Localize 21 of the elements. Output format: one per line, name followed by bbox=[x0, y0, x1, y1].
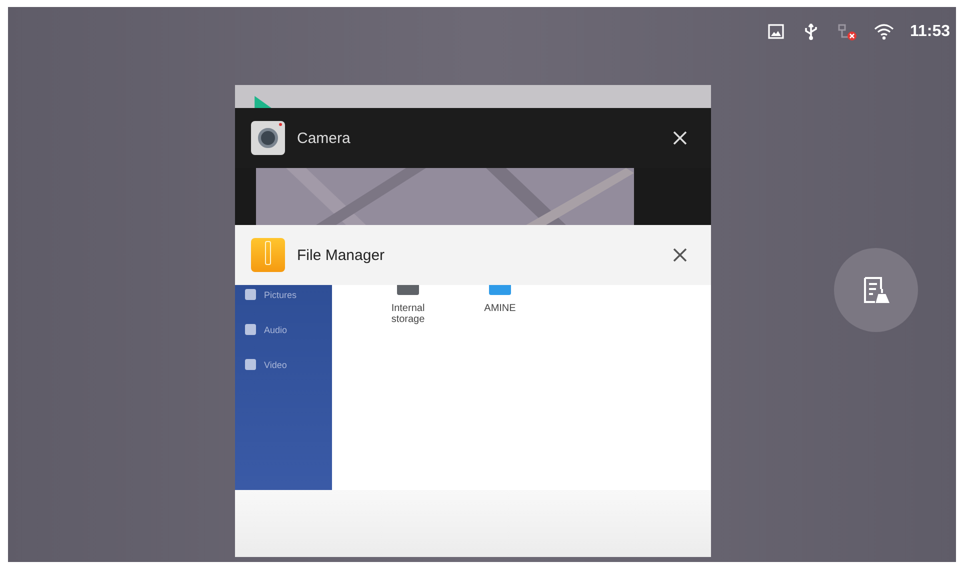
folder-app-icon bbox=[251, 238, 285, 272]
category-icon bbox=[245, 289, 256, 300]
camera-app-icon bbox=[251, 121, 285, 155]
close-icon[interactable] bbox=[673, 248, 687, 262]
sidebar-item[interactable]: Video bbox=[264, 360, 287, 370]
category-icon bbox=[245, 324, 256, 335]
clock-time: 11:53 bbox=[910, 23, 950, 41]
category-icon bbox=[245, 359, 256, 370]
ethernet-disconnected-icon bbox=[836, 22, 858, 42]
play-triangle-icon bbox=[253, 96, 273, 108]
document-broom-icon bbox=[861, 275, 891, 305]
app-card-header[interactable]: Camera bbox=[235, 108, 711, 168]
storage-label[interactable]: AMINE bbox=[484, 303, 516, 314]
app-title: Camera bbox=[297, 130, 352, 146]
sidebar-item[interactable]: Pictures bbox=[264, 290, 297, 300]
sidebar-item[interactable]: Audio bbox=[264, 324, 288, 334]
screenshot-icon bbox=[766, 22, 786, 42]
app-title: File Manager bbox=[297, 246, 386, 264]
app-card-header[interactable]: File Manager bbox=[235, 225, 711, 285]
wifi-icon bbox=[872, 22, 895, 42]
storage-label[interactable]: Internal storage bbox=[380, 303, 436, 325]
